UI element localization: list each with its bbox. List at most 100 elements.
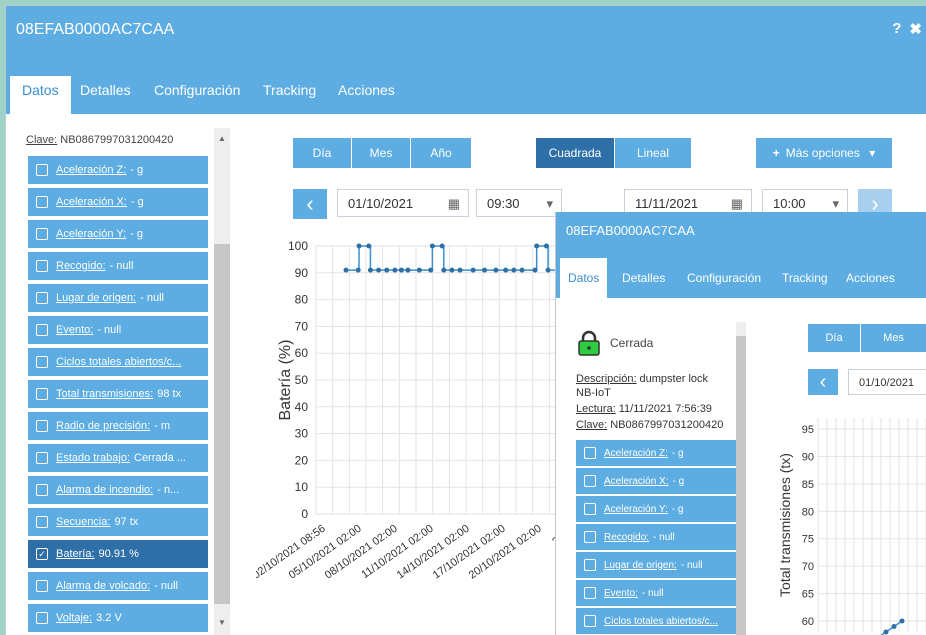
sidebar-item-label[interactable]: Secuencia: [56, 516, 110, 528]
checkbox-icon[interactable] [36, 452, 48, 464]
tab-tracking[interactable]: Tracking [774, 258, 836, 298]
period-day-button[interactable]: Día [808, 324, 860, 352]
sidebar-item-label[interactable]: Alarma de incendio: [56, 484, 153, 496]
close-icon[interactable]: ✖ [909, 20, 922, 38]
sidebar-item-label[interactable]: Recogido: [604, 532, 649, 543]
sidebar-item[interactable]: Aceleración X: - g [576, 468, 736, 495]
sidebar-item[interactable]: Lugar de origen: - null [28, 284, 208, 313]
sidebar-item[interactable]: Aceleración X: - g [28, 188, 208, 217]
checkbox-icon[interactable] [584, 447, 596, 459]
period-month-button[interactable]: Mes [861, 324, 926, 352]
y-tick-label: 80 [802, 506, 814, 518]
help-icon[interactable]: ? [892, 20, 901, 38]
tab-detalles[interactable]: Detalles [614, 258, 673, 298]
scroll-up-icon[interactable]: ▲ [218, 134, 226, 143]
sidebar-item-label[interactable]: Aceleración Z: [604, 448, 668, 459]
sidebar-item-label[interactable]: Total transmisiones: [56, 388, 153, 400]
sidebar-item[interactable]: Radio de precisión: - m [28, 412, 208, 441]
data-point [519, 267, 525, 273]
sidebar-item[interactable]: Secuencia: 97 tx [28, 508, 208, 537]
scroll-down-icon[interactable]: ▼ [218, 618, 226, 627]
sidebar-item[interactable]: Evento: - null [28, 316, 208, 345]
sidebar-item-label[interactable]: Evento: [56, 324, 93, 336]
sidebar-item[interactable]: Aceleración Z: - g [576, 440, 736, 467]
sidebar-item-label[interactable]: Evento: [604, 588, 638, 599]
checkbox-icon[interactable] [36, 228, 48, 240]
sidebar-item[interactable]: Estado trabajo: Cerrada ... [28, 444, 208, 473]
checkbox-icon[interactable] [36, 324, 48, 336]
checkbox-icon[interactable] [36, 260, 48, 272]
sidebar-item-label[interactable]: Aceleración X: [604, 476, 668, 487]
sidebar-item[interactable]: Aceleración Y: - g [576, 496, 736, 523]
from-date-input[interactable]: 01/10/2021 ▦ [337, 189, 469, 217]
sidebar-item-label[interactable]: Aceleración X: [56, 196, 127, 208]
sidebar-item[interactable]: Alarma de volcado: - null [28, 572, 208, 601]
checkbox-icon[interactable] [36, 580, 48, 592]
sidebar-item[interactable]: Voltaje: 3.2 V [28, 604, 208, 633]
checkbox-icon[interactable] [36, 484, 48, 496]
sidebar-item-label[interactable]: Lugar de origen: [604, 560, 677, 571]
sidebar-scroll-thumb[interactable] [214, 244, 230, 604]
sidebar-item-label[interactable]: Voltaje: [56, 612, 92, 624]
sidebar-item-label[interactable]: Aceleración Z: [56, 164, 126, 176]
mode-square-button[interactable]: Cuadrada [536, 138, 614, 168]
checkbox-icon[interactable] [36, 516, 48, 528]
tab-configuracion[interactable]: Configuración [679, 258, 769, 298]
sidebar-item[interactable]: Alarma de incendio: - n... [28, 476, 208, 505]
sidebar-item-label[interactable]: Aceleración Y: [604, 504, 668, 515]
sidebar-item[interactable]: Ciclos totales abiertos/c... [28, 348, 208, 377]
checkbox-icon[interactable] [36, 388, 48, 400]
sidebar-item-value: - null [641, 587, 664, 599]
tab-datos[interactable]: Datos [10, 76, 71, 114]
prev-range-button[interactable]: ‹ [808, 369, 838, 395]
checkbox-icon[interactable] [36, 420, 48, 432]
checkbox-icon[interactable] [36, 292, 48, 304]
checkbox-icon[interactable] [584, 475, 596, 487]
period-day-button[interactable]: Día [293, 138, 351, 168]
sidebar-item[interactable]: Recogido: - null [576, 524, 736, 551]
clave-label: Clave: [26, 134, 58, 146]
sidebar-item[interactable]: Total transmisiones: 98 tx [28, 380, 208, 409]
sidebar-item-label[interactable]: Alarma de volcado: [56, 580, 150, 592]
more-options-button[interactable]: + Más opciones ▾ [756, 138, 892, 168]
period-month-button[interactable]: Mes [352, 138, 410, 168]
checkbox-checked-icon[interactable]: ✓ [36, 548, 48, 560]
checkbox-icon[interactable] [584, 503, 596, 515]
checkbox-icon[interactable] [36, 612, 48, 624]
calendar-icon[interactable]: ▦ [448, 190, 460, 218]
sidebar-item[interactable]: ✓ Batería: 90.91 % [28, 540, 208, 569]
sidebar-item[interactable]: Aceleración Y: - g [28, 220, 208, 249]
sidebar-item-label[interactable]: Radio de precisión: [56, 420, 150, 432]
prev-range-button[interactable]: ‹ [293, 189, 327, 219]
mode-linear-button[interactable]: Lineal [615, 138, 691, 168]
checkbox-icon[interactable] [36, 356, 48, 368]
checkbox-icon[interactable] [584, 587, 596, 599]
from-date-input[interactable]: 01/10/2021 [848, 369, 926, 395]
tab-tracking[interactable]: Tracking [251, 76, 328, 114]
sidebar-item[interactable]: Recogido: - null [28, 252, 208, 281]
checkbox-icon[interactable] [36, 164, 48, 176]
checkbox-icon[interactable] [36, 196, 48, 208]
sidebar-item[interactable]: Aceleración Z: - g [28, 156, 208, 185]
tab-detalles[interactable]: Detalles [68, 76, 143, 114]
tab-acciones[interactable]: Acciones [838, 258, 903, 298]
tab-datos[interactable]: Datos [560, 258, 608, 298]
sidebar-item[interactable]: Evento: - null [576, 580, 736, 607]
sidebar-item-label[interactable]: Batería: [56, 548, 95, 560]
sidebar-item-label[interactable]: Recogido: [56, 260, 106, 272]
sidebar-item[interactable]: Lugar de origen: - null [576, 552, 736, 579]
checkbox-icon[interactable] [584, 615, 596, 627]
sidebar-item-label[interactable]: Lugar de origen: [56, 292, 136, 304]
from-time-select[interactable]: 09:30 ▾ [476, 189, 562, 217]
sidebar-scroll-thumb[interactable] [736, 336, 746, 635]
period-year-button[interactable]: Año [411, 138, 471, 168]
checkbox-icon[interactable] [584, 531, 596, 543]
tab-acciones[interactable]: Acciones [326, 76, 407, 114]
sidebar-item-label[interactable]: Ciclos totales abiertos/c... [56, 356, 181, 368]
sidebar-item-label[interactable]: Estado trabajo: [56, 452, 130, 464]
sidebar-item[interactable]: Ciclos totales abiertos/c... [576, 608, 736, 635]
sidebar-item-label[interactable]: Ciclos totales abiertos/c... [604, 616, 718, 627]
sidebar-item-label[interactable]: Aceleración Y: [56, 228, 126, 240]
tab-configuracion[interactable]: Configuración [142, 76, 252, 114]
checkbox-icon[interactable] [584, 559, 596, 571]
